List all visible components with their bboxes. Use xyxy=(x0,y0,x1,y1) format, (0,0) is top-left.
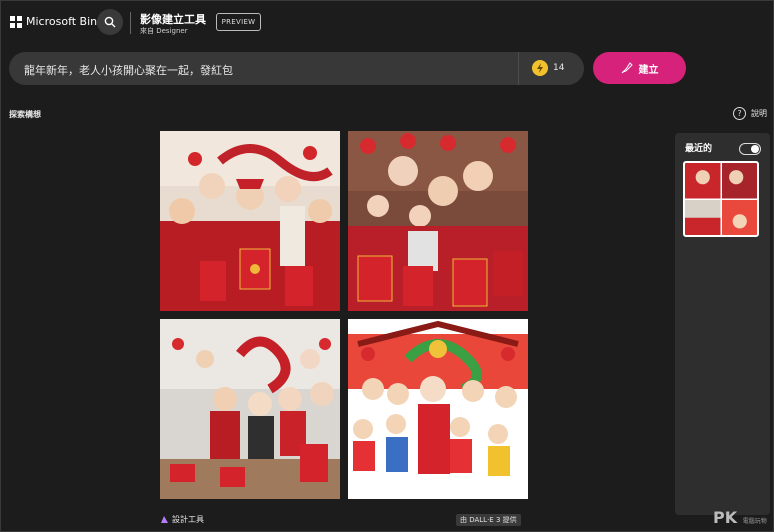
explore-ideas-link[interactable]: 探索構想 xyxy=(9,109,41,120)
help-link[interactable]: ? 說明 xyxy=(733,107,767,120)
brush-icon xyxy=(621,62,633,74)
designer-icon xyxy=(161,516,168,523)
boost-coin-icon[interactable] xyxy=(532,60,548,76)
designer-tools-link[interactable]: 設計工具 xyxy=(160,514,204,525)
bing-logo[interactable]: Microsoft Bing xyxy=(10,15,104,28)
dalle-credit: 由 DALL·E 3 提供 xyxy=(456,514,521,526)
watermark: PK 電腦玩物 xyxy=(713,508,767,527)
create-button-label: 建立 xyxy=(638,64,659,76)
generated-image-1[interactable] xyxy=(160,131,340,311)
prompt-bar: 龍年新年，老人小孩開心聚在一起，發紅包 14 xyxy=(9,52,584,85)
app-subtitle: 來自 Designer xyxy=(140,27,188,35)
generated-image-2[interactable] xyxy=(348,131,528,311)
brand-name: Microsoft Bing xyxy=(26,15,105,28)
recent-panel: 最近的 xyxy=(675,133,770,515)
header-divider xyxy=(130,12,131,34)
recent-toggle[interactable] xyxy=(739,143,761,155)
recent-title: 最近的 xyxy=(685,144,713,154)
app-title: 影像建立工具 xyxy=(140,13,206,26)
generated-image-3[interactable] xyxy=(160,319,340,499)
recent-thumbnail[interactable] xyxy=(683,161,759,237)
boost-count: 14 xyxy=(553,63,565,73)
preview-badge: PREVIEW xyxy=(216,13,261,31)
prompt-divider xyxy=(518,52,519,85)
search-icon xyxy=(104,16,116,28)
toggle-knob xyxy=(751,145,759,153)
designer-tools-label: 設計工具 xyxy=(172,515,204,524)
prompt-input[interactable]: 龍年新年，老人小孩開心聚在一起，發紅包 xyxy=(24,62,233,78)
search-button[interactable] xyxy=(97,9,123,35)
create-button[interactable]: 建立 xyxy=(593,52,686,84)
help-icon: ? xyxy=(733,107,746,120)
help-label: 說明 xyxy=(751,109,767,118)
windows-logo-icon xyxy=(10,15,22,28)
generated-image-4[interactable] xyxy=(348,319,528,499)
